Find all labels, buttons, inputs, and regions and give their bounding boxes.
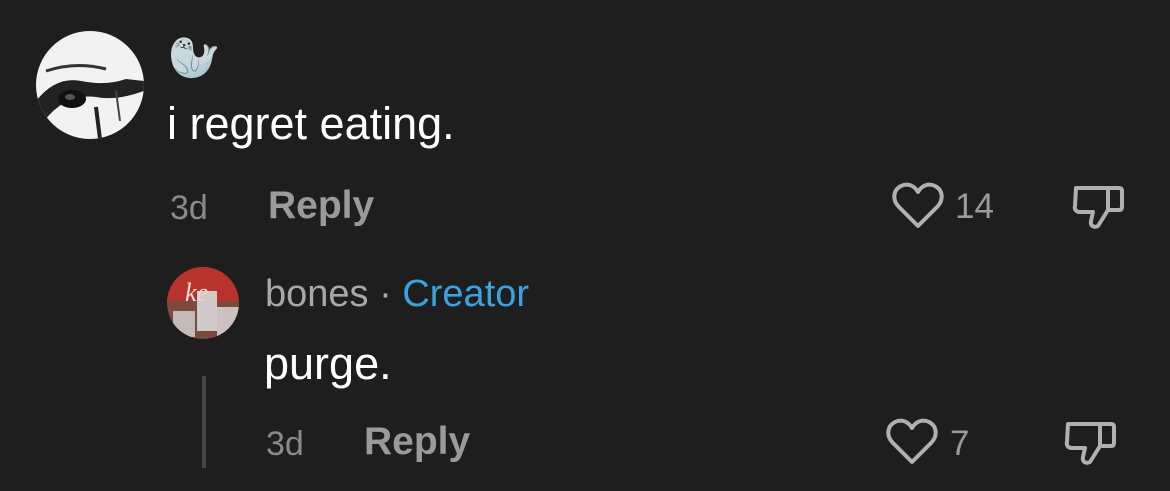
comment-timestamp: 3d	[170, 189, 208, 227]
comment-like-count: 14	[955, 187, 994, 226]
reply-like-button[interactable]	[886, 418, 938, 471]
seal-emoji: 🦭	[168, 34, 221, 81]
reply-dislike-button[interactable]	[1064, 416, 1118, 473]
replier-avatar[interactable]: ke	[167, 267, 239, 339]
reply-reply-button[interactable]: Reply	[364, 420, 470, 464]
reply-text: purge.	[264, 338, 392, 389]
comment-dislike-button[interactable]	[1072, 180, 1126, 237]
comment-like-button[interactable]	[892, 182, 944, 235]
comment-reply-button[interactable]: Reply	[268, 184, 374, 228]
commenter-avatar-image	[36, 31, 144, 139]
thumbs-down-icon	[1072, 186, 1124, 229]
reply-timestamp: 3d	[266, 425, 304, 463]
commenter-avatar[interactable]	[36, 31, 144, 139]
comment-text: i regret eating.	[167, 98, 455, 149]
reply-like-count: 7	[950, 424, 970, 463]
separator-dot: ·	[379, 273, 392, 315]
creator-badge: Creator	[402, 273, 530, 315]
thumbs-down-icon	[1064, 422, 1116, 465]
reply-author-line: bones · Creator	[265, 270, 529, 318]
heart-icon	[886, 418, 938, 464]
replier-avatar-image: ke	[167, 267, 239, 339]
thread-line	[202, 376, 206, 468]
heart-icon	[892, 182, 944, 228]
reply-author-name[interactable]: bones	[265, 273, 369, 315]
